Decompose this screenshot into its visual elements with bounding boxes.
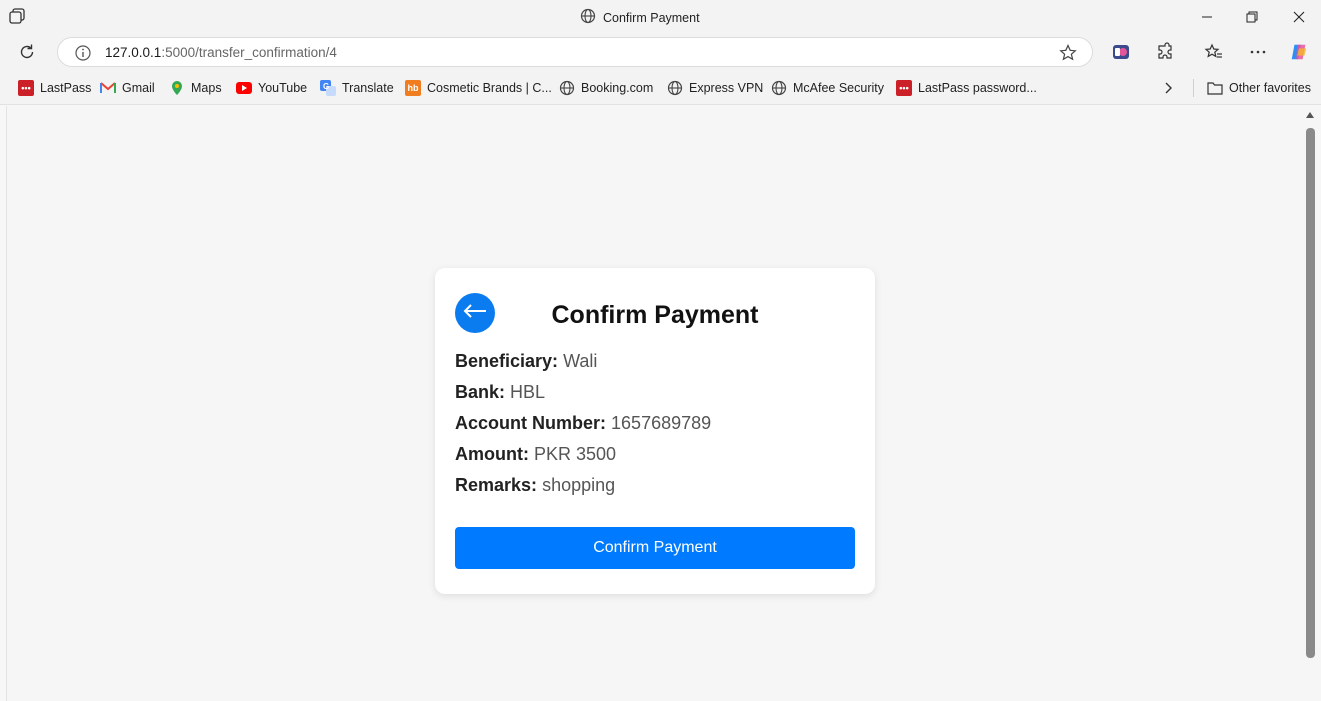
extensions-icon[interactable]	[1155, 42, 1175, 62]
page-title-text: Confirm Payment	[551, 301, 759, 329]
scrollbar-thumb[interactable]	[1306, 128, 1315, 658]
lastpass-icon: •••	[896, 80, 912, 96]
copilot-icon[interactable]	[1289, 42, 1309, 62]
translate-icon: G	[320, 80, 336, 96]
detail-beneficiary: Beneficiary: Wali	[455, 351, 597, 372]
bookmarks-divider	[1193, 79, 1194, 97]
bookmark-label: McAfee Security	[793, 81, 885, 95]
bookmark-label: Express VPN	[689, 81, 764, 95]
detail-label: Bank:	[455, 382, 506, 402]
detail-value: PKR 3500	[534, 444, 617, 464]
svg-text:G: G	[323, 82, 329, 91]
globe-icon	[580, 8, 596, 27]
lastpass-icon: •••	[18, 80, 34, 96]
bookmark-maps[interactable]: Maps	[169, 80, 222, 96]
detail-value: 1657689789	[611, 413, 712, 433]
other-favorites[interactable]: Other favorites	[1207, 80, 1311, 96]
scroll-up-arrow-icon[interactable]	[1306, 112, 1314, 118]
maps-icon	[169, 80, 185, 96]
bookmark-mcafee[interactable]: McAfee Security	[771, 80, 884, 96]
bookmark-label: Maps	[191, 81, 222, 95]
url-path: :5000/transfer_confirmation/4	[161, 45, 337, 60]
bookmark-cosmetic-brands[interactable]: hb Cosmetic Brands | C...	[405, 80, 552, 96]
detail-value: HBL	[510, 382, 546, 402]
window-title: Confirm Payment	[603, 10, 700, 25]
bookmark-label: Cosmetic Brands | C...	[427, 81, 552, 95]
bookmark-gmail[interactable]: Gmail	[100, 80, 155, 96]
youtube-icon	[236, 80, 252, 96]
bookmark-label: Gmail	[122, 81, 155, 95]
address-bar[interactable]: 127.0.0.1:5000/transfer_confirmation/4	[57, 37, 1093, 67]
bookmark-lastpass-password[interactable]: ••• LastPass password...	[896, 80, 1037, 96]
vertical-scrollbar[interactable]	[1303, 106, 1321, 701]
globe-icon	[667, 80, 683, 96]
bookmark-label: Booking.com	[581, 81, 654, 95]
copilot-sidebar-icon[interactable]	[1111, 42, 1131, 62]
detail-value: Wali	[563, 351, 598, 371]
detail-label: Account Number:	[455, 413, 607, 433]
restore-icon[interactable]	[1242, 7, 1262, 27]
site-info-icon[interactable]	[74, 44, 92, 62]
confirm-payment-button[interactable]: Confirm Payment	[455, 527, 855, 569]
gmail-icon	[100, 80, 116, 96]
detail-label: Beneficiary:	[455, 351, 559, 371]
bookmark-label: Translate	[342, 81, 394, 95]
url-host: 127.0.0.1	[105, 45, 162, 60]
page-title: Confirm Payment	[435, 301, 875, 330]
hb-icon: hb	[405, 80, 421, 96]
bookmark-label: LastPass	[40, 81, 92, 95]
detail-remarks: Remarks: shopping	[455, 475, 615, 496]
bookmark-lastpass[interactable]: ••• LastPass	[18, 80, 91, 96]
detail-label: Amount:	[455, 444, 529, 464]
bookmark-translate[interactable]: G Translate	[320, 80, 394, 96]
bookmark-express-vpn[interactable]: Express VPN	[667, 80, 763, 96]
bookmark-youtube[interactable]: YouTube	[236, 80, 307, 96]
title-bar: Confirm Payment	[0, 0, 1321, 33]
minimize-icon[interactable]	[1197, 7, 1217, 27]
bookmarks-bar: ••• LastPass Gmail Maps YouTube G Transl…	[0, 71, 1321, 105]
detail-bank: Bank: HBL	[455, 382, 545, 403]
bookmark-label: LastPass password...	[918, 81, 1037, 95]
bookmark-booking[interactable]: Booking.com	[559, 80, 653, 96]
detail-label: Remarks:	[455, 475, 538, 495]
detail-account-number: Account Number: 1657689789	[455, 413, 711, 434]
globe-icon	[559, 80, 575, 96]
more-options-icon[interactable]	[1248, 42, 1268, 62]
favorite-star-icon[interactable]	[1058, 43, 1078, 63]
globe-icon	[771, 80, 787, 96]
navigation-bar: 127.0.0.1:5000/transfer_confirmation/4	[0, 33, 1321, 71]
other-favorites-label: Other favorites	[1229, 81, 1311, 95]
tab-actions-icon[interactable]	[9, 8, 27, 25]
url-text[interactable]: 127.0.0.1:5000/transfer_confirmation/4	[105, 45, 337, 60]
bookmark-label: YouTube	[258, 81, 308, 95]
folder-icon	[1207, 80, 1223, 96]
close-icon[interactable]	[1289, 7, 1309, 27]
confirm-payment-card: Confirm Payment Beneficiary: Wali Bank: …	[435, 268, 875, 594]
refresh-icon[interactable]	[17, 42, 37, 62]
favorites-icon[interactable]	[1204, 42, 1224, 62]
chevron-right-icon[interactable]	[1162, 81, 1176, 95]
detail-amount: Amount: PKR 3500	[455, 444, 616, 465]
window-title-area: Confirm Payment	[580, 8, 700, 27]
detail-value: shopping	[542, 475, 616, 495]
